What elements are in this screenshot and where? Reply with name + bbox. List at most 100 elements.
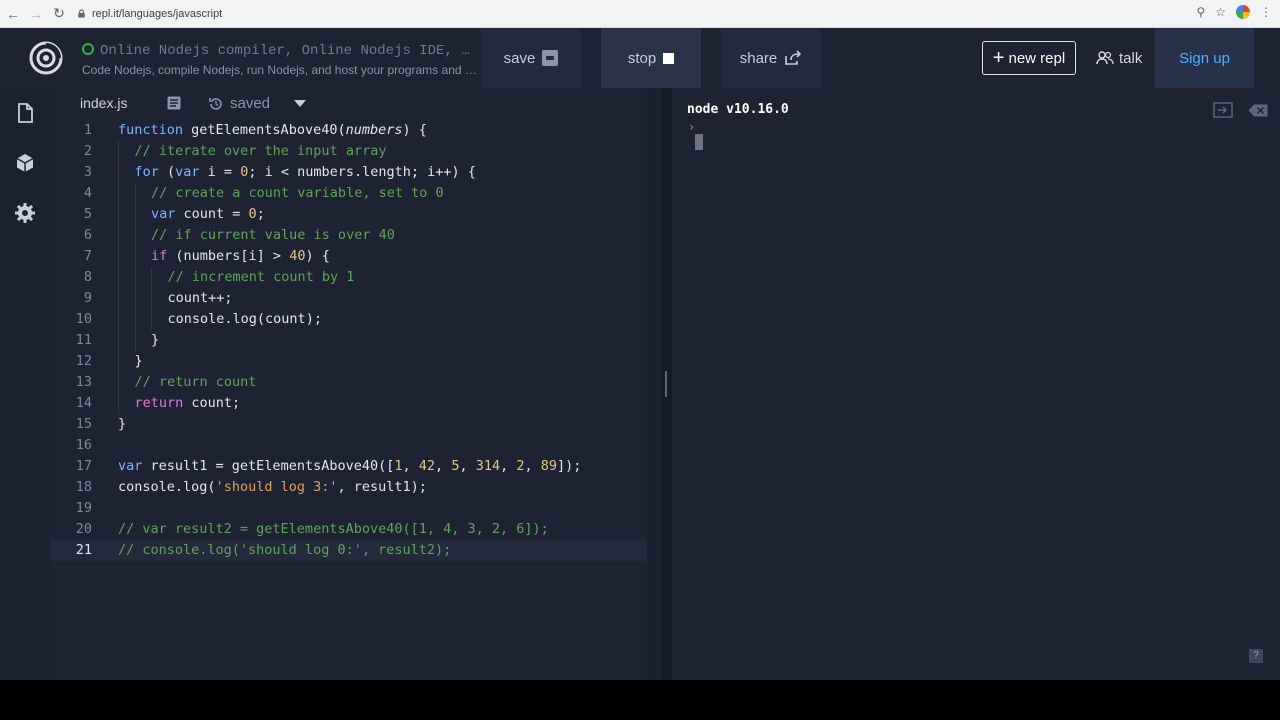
code-line[interactable]: 13 // return count <box>50 372 661 393</box>
save-archive-icon <box>542 50 559 66</box>
replit-logo-icon[interactable] <box>28 40 64 76</box>
save-button[interactable]: save <box>481 28 581 88</box>
code-line[interactable]: 1 function getElementsAbove40(numbers) { <box>50 120 661 141</box>
code-line[interactable]: 3 for (var i = 0; i < numbers.length; i++… <box>50 162 661 183</box>
code-line[interactable]: 5 var count = 0; <box>50 204 661 225</box>
help-button[interactable]: ? <box>1249 649 1263 663</box>
browser-menu-icon[interactable]: ⋮ <box>1260 5 1272 19</box>
talk-label: talk <box>1119 49 1143 67</box>
code-token: } <box>151 332 160 348</box>
settings-gear-icon[interactable] <box>14 202 36 224</box>
code-line[interactable]: 10 console.log(count); <box>50 309 661 330</box>
bookmark-star-icon[interactable]: ☆ <box>1215 5 1226 19</box>
code-token: ]); <box>557 458 582 474</box>
code-token: 42 <box>418 458 436 474</box>
new-repl-label: new repl <box>1008 49 1066 67</box>
code-token: 'should log 3:' <box>215 479 338 495</box>
code-line[interactable]: 11} <box>50 330 661 351</box>
console-cursor <box>695 134 703 150</box>
line-number: 2 <box>83 143 92 159</box>
indent-guide <box>151 288 152 309</box>
code-token: i = <box>207 164 241 180</box>
indent-guide <box>134 330 136 351</box>
pane-splitter[interactable] <box>661 88 672 680</box>
code-line[interactable]: 16 <box>50 435 661 456</box>
code-token: ( <box>337 122 346 138</box>
code-line[interactable]: 21 // console.log('should log 0:', result… <box>50 540 661 561</box>
back-arrow-icon[interactable]: ← <box>3 4 23 24</box>
new-repl-button[interactable]: + new repl <box>982 41 1076 75</box>
clear-console-icon[interactable] <box>1248 104 1268 117</box>
plus-icon: + <box>992 47 1005 69</box>
code-token: getElementsAbove40 <box>191 122 338 138</box>
indent-guide <box>118 372 119 393</box>
code-line[interactable]: 6 // if current value is over 40 <box>50 225 661 246</box>
code-line[interactable]: 18 console.log('should log 3:', result1); <box>50 477 661 498</box>
talk-button[interactable]: talk <box>1096 41 1142 75</box>
code-token: 40 <box>289 248 306 264</box>
forward-arrow-icon[interactable]: → <box>26 4 46 24</box>
share-button[interactable]: share <box>721 28 821 88</box>
console-pane[interactable]: node v10.16.0 › ? <box>672 88 1280 680</box>
code-text: // iterate over the input array <box>135 141 387 162</box>
code-editor[interactable]: index.js saved 1 function getElementsAbov… <box>50 88 661 680</box>
code-text: count++; <box>168 288 233 309</box>
indent-guide <box>134 267 136 288</box>
code-text: // increment count by 1 <box>168 267 355 288</box>
code-line[interactable]: 15} <box>50 414 661 435</box>
code-line[interactable]: 12} <box>50 351 661 372</box>
indent-guide <box>118 351 119 372</box>
code-text: // return count <box>135 372 257 393</box>
splitter-handle[interactable] <box>665 371 667 397</box>
code-token: console. <box>118 479 184 495</box>
address-bar[interactable]: repl.it/languages/javascript <box>77 8 222 20</box>
console-version-text: node v10.16.0 <box>687 102 789 117</box>
stop-square-icon <box>663 52 675 64</box>
code-token: ( <box>167 164 176 180</box>
code-token: // return count <box>134 374 257 390</box>
line-number: 5 <box>83 206 92 222</box>
editor-scrollbar[interactable] <box>647 88 661 680</box>
console-layout-icon[interactable] <box>1213 102 1233 118</box>
tab-index-js[interactable]: index.js <box>80 95 127 111</box>
zoom-icon[interactable]: ⚲ <box>1196 5 1205 19</box>
code-token: log <box>232 311 257 327</box>
history-icon <box>209 97 222 110</box>
code-line[interactable]: 17 var result1 = getElementsAbove40([1, 4… <box>50 456 661 477</box>
code-line[interactable]: 20 // var result2 = getElementsAbove40([1… <box>50 519 661 540</box>
indent-guide <box>118 204 119 225</box>
code-text: console.log('should log 3:', result1); <box>118 477 427 498</box>
line-number: 18 <box>75 479 92 495</box>
line-number: 21 <box>75 542 92 558</box>
code-line[interactable]: 7 if (numbers[i] > 40) { <box>50 246 661 267</box>
file-icon[interactable] <box>14 102 36 124</box>
share-icon <box>785 50 802 65</box>
packages-cube-icon[interactable] <box>14 152 36 174</box>
code-line[interactable]: 19 <box>50 498 661 519</box>
code-token: // console.log('should log 0:', result2)… <box>118 542 452 558</box>
document-icon[interactable] <box>167 96 181 110</box>
code-lines[interactable]: 1 function getElementsAbove40(numbers) {2… <box>50 120 661 561</box>
line-number: 4 <box>83 185 92 201</box>
code-line[interactable]: 4 // create a count variable, set to 0 <box>50 183 661 204</box>
code-text: var result1 = getElementsAbove40([1, 42,… <box>118 456 581 477</box>
code-token: , <box>500 458 517 474</box>
profile-avatar[interactable] <box>1236 5 1250 19</box>
sign-up-button[interactable]: Sign up <box>1155 28 1254 88</box>
code-token: 1 <box>394 458 403 474</box>
reload-icon[interactable]: ↻ <box>49 4 69 24</box>
code-token: 2 <box>516 458 525 474</box>
code-token: count; <box>191 395 241 411</box>
indent-guide <box>134 309 136 330</box>
chevron-down-icon[interactable] <box>294 100 306 107</box>
code-line[interactable]: 2 // iterate over the input array <box>50 141 661 162</box>
line-number: 16 <box>75 437 92 453</box>
line-number: 20 <box>75 521 92 537</box>
code-text: } <box>135 351 143 372</box>
code-line[interactable]: 8 // increment count by 1 <box>50 267 661 288</box>
code-token: log <box>183 479 208 495</box>
code-line[interactable]: 14 return count; <box>50 393 661 414</box>
stop-button[interactable]: stop <box>601 28 701 88</box>
code-line[interactable]: 9 count++; <box>50 288 661 309</box>
save-status-label: saved <box>230 95 271 112</box>
